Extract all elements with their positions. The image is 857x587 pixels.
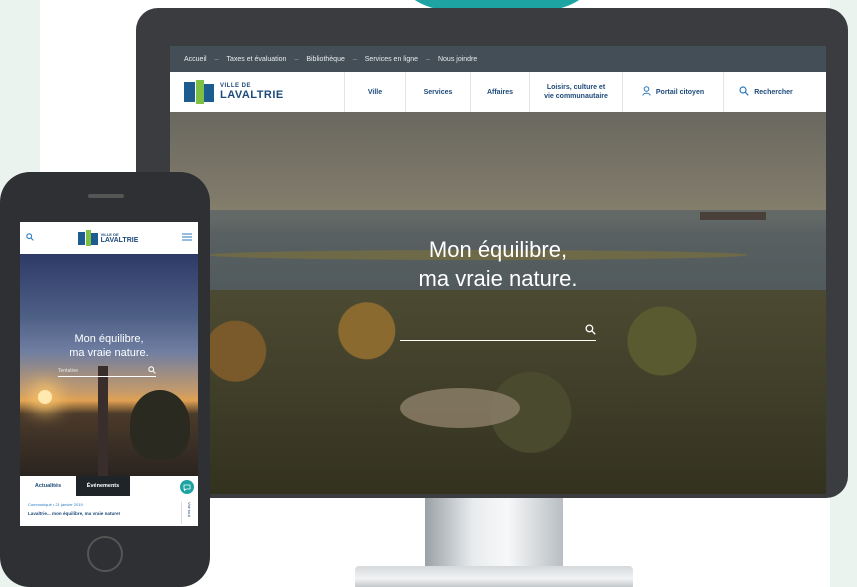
news-side-link[interactable]: Voir tout bbox=[181, 502, 192, 524]
logo-text: VILLE DE LAVALTRIE bbox=[220, 83, 284, 101]
hero-title: Mon équilibre, ma vraie nature. bbox=[170, 236, 826, 293]
hero-title-line1: Mon équilibre, bbox=[428, 237, 568, 262]
mobile-phone: VILLE DE LAVALTRIE Mon équilibre, ma vra… bbox=[0, 172, 210, 587]
topbar-link-taxes[interactable]: Taxes et évaluation bbox=[226, 56, 286, 63]
tab-actualites[interactable]: Actualités bbox=[20, 476, 76, 496]
news-headline: Lavaltrie... mon équilibre, ma vraie nat… bbox=[28, 511, 121, 516]
nav-item-loisirs[interactable]: Loisirs, culture et vie communautaire bbox=[529, 72, 622, 112]
portail-label: Portail citoyen bbox=[655, 88, 705, 96]
nav-loisirs-line1: Loisirs, culture et bbox=[546, 83, 606, 91]
mobile-logo-line2: LAVALTRIE bbox=[100, 236, 139, 244]
nav-item-services[interactable]: Services bbox=[405, 72, 470, 112]
logo-mark-icon bbox=[77, 230, 98, 246]
logo-line2: LAVALTRIE bbox=[220, 89, 284, 101]
phone-speaker bbox=[88, 194, 124, 198]
mobile-tabs: Actualités Événements bbox=[20, 476, 198, 496]
hero-ship bbox=[700, 212, 766, 220]
search-icon[interactable] bbox=[26, 233, 34, 243]
topbar-separator: – bbox=[214, 55, 219, 63]
hero-field bbox=[400, 388, 520, 428]
topbar-separator: – bbox=[294, 55, 299, 63]
mobile-hero-title-line2: ma vraie nature. bbox=[69, 347, 149, 360]
mobile-logo[interactable]: VILLE DE LAVALTRIE bbox=[77, 230, 139, 246]
mobile-header: VILLE DE LAVALTRIE bbox=[20, 222, 198, 254]
mobile-hero-title-line1: Mon équilibre, bbox=[74, 333, 144, 345]
logo-mark-icon bbox=[184, 80, 214, 104]
topbar-link-accueil[interactable]: Accueil bbox=[184, 56, 207, 63]
mobile-search-input[interactable]: Tentative bbox=[58, 366, 156, 377]
topbar-link-nous-joindre[interactable]: Nous joindre bbox=[438, 56, 477, 63]
mobile-search-placeholder: Tentative bbox=[58, 368, 79, 374]
hero-tree bbox=[130, 390, 190, 460]
hero-search-input[interactable] bbox=[400, 322, 596, 341]
topbar-link-services-en-ligne[interactable]: Services en ligne bbox=[365, 56, 418, 63]
chat-icon[interactable] bbox=[180, 480, 194, 494]
desktop-monitor: Accueil – Taxes et évaluation – Biblioth… bbox=[136, 8, 848, 498]
desktop-screen: Accueil – Taxes et évaluation – Biblioth… bbox=[170, 46, 826, 494]
search-icon[interactable] bbox=[148, 366, 156, 376]
topbar-link-bibliotheque[interactable]: Bibliothèque bbox=[306, 56, 345, 63]
hero-sun bbox=[38, 390, 52, 404]
monitor-stand-base bbox=[355, 566, 633, 587]
nav-loisirs-line2: vie communautaire bbox=[544, 93, 608, 100]
rechercher-label: Rechercher bbox=[754, 88, 793, 96]
topbar-separator: – bbox=[426, 55, 430, 63]
user-icon bbox=[642, 85, 651, 99]
mobile-logo-text: VILLE DE LAVALTRIE bbox=[100, 232, 139, 244]
monitor-stand-neck bbox=[425, 495, 563, 575]
nav-item-portail-citoyen[interactable]: Portail citoyen bbox=[622, 72, 723, 112]
hero-tower bbox=[98, 366, 108, 476]
search-icon bbox=[739, 85, 749, 99]
main-navbar: VILLE DE LAVALTRIE Ville Services Affair… bbox=[170, 72, 826, 113]
hamburger-icon[interactable] bbox=[182, 233, 192, 243]
site-logo[interactable]: VILLE DE LAVALTRIE bbox=[170, 80, 344, 104]
mobile-screen: VILLE DE LAVALTRIE Mon équilibre, ma vra… bbox=[20, 222, 198, 526]
news-meta: Communiqué • 21 janvier 2019 bbox=[28, 502, 83, 507]
mobile-hero-title: Mon équilibre, ma vraie nature. bbox=[20, 332, 198, 361]
topbar-separator: – bbox=[352, 55, 357, 63]
phone-home-button[interactable] bbox=[87, 536, 123, 572]
utility-topbar: Accueil – Taxes et évaluation – Biblioth… bbox=[170, 46, 826, 72]
search-icon[interactable] bbox=[585, 324, 596, 338]
nav-item-ville[interactable]: Ville bbox=[344, 72, 405, 112]
nav-item-affaires[interactable]: Affaires bbox=[470, 72, 529, 112]
mobile-hero: Mon équilibre, ma vraie nature. Tentativ… bbox=[20, 254, 198, 476]
news-list-item[interactable]: Communiqué • 21 janvier 2019 Lavaltrie..… bbox=[20, 496, 198, 526]
hero-banner: Mon équilibre, ma vraie nature. bbox=[170, 112, 826, 494]
tab-evenements[interactable]: Événements bbox=[76, 476, 130, 496]
hero-title-line2: ma vraie nature. bbox=[418, 265, 578, 291]
nav-item-rechercher[interactable]: Rechercher bbox=[723, 72, 808, 112]
